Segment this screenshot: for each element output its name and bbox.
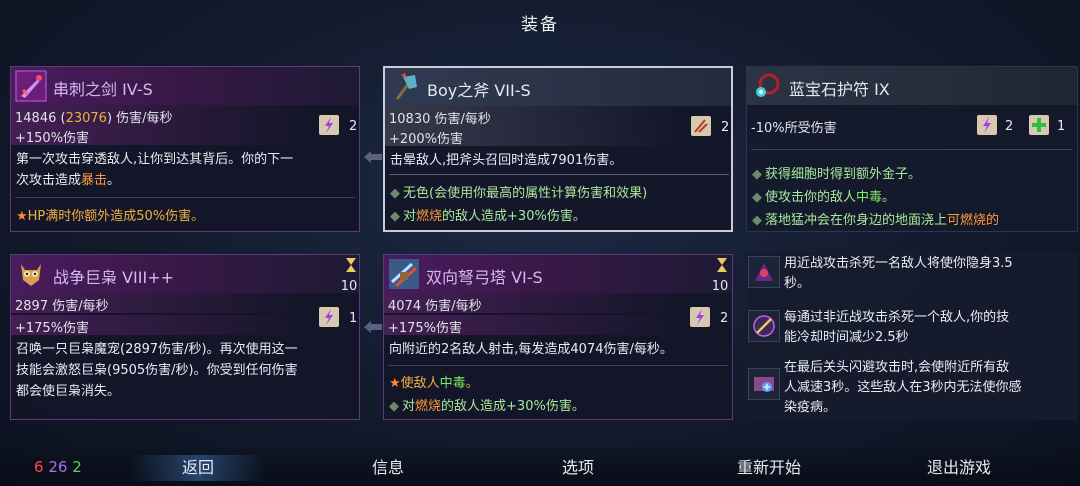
dps-value: 14846 (23076) 伤害/每秒 xyxy=(15,111,173,126)
scroll-count-green: 1 xyxy=(1057,119,1066,134)
damage-bonus: +150%伤害 xyxy=(15,131,90,146)
bullet-oil: ◆ 落地猛冲会在你身边的地面浇上可燃烧的 xyxy=(752,213,1000,228)
brutality-scroll-icon xyxy=(317,305,341,329)
weapon-name: 串刺之剑 IV-S xyxy=(53,80,153,99)
skill-card-left[interactable]: 战争巨枭 VIII++ 10 2897 伤害/每秒 +175%伤害 1 召唤一只… xyxy=(10,254,360,420)
dps-value: 4074 伤害/每秒 xyxy=(388,299,482,314)
cooldown-value: 10 xyxy=(340,279,358,294)
amulet-card[interactable]: 蓝宝石护符 IX -10%所受伤害 2 1 ◆ 获得细胞时得到额外金子。 ◆ 使攻击… xyxy=(746,66,1078,232)
mutation-desc-line: 每通过非近战攻击杀死一个敌人,你的技 xyxy=(784,310,1010,325)
page-title: 装备 xyxy=(521,15,559,35)
divider xyxy=(751,149,1073,150)
divider xyxy=(388,365,728,366)
skill-name: 战争巨枭 VIII++ xyxy=(53,268,175,287)
dodge-mutation-icon xyxy=(748,368,780,400)
scroll-count: 2 xyxy=(721,120,730,135)
mutation-desc-line: 用近战攻击杀死一名敌人将使你隐身3.5 xyxy=(784,256,1013,271)
survival-scroll-icon xyxy=(1027,113,1051,137)
skill-name: 双向弩弓塔 VI-S xyxy=(426,268,543,287)
stealth-mutation-icon xyxy=(748,256,780,288)
mutation-item[interactable]: 在最后关头闪避攻击时,会使附近所有敌 人减速3秒。这些敌人在3秒内无法使你感 染… xyxy=(748,358,1078,418)
brutality-stat: 6 xyxy=(34,458,44,476)
cooldown-value: 10 xyxy=(711,279,729,294)
dps-value: 2897 伤害/每秒 xyxy=(15,299,109,314)
sword-icon xyxy=(13,69,49,103)
brutality-scroll-icon xyxy=(975,113,999,137)
amulet-name: 蓝宝石护符 IX xyxy=(789,80,890,99)
bullet-colorless: ◆ 无色(会使用你最高的属性计算伤害和效果) xyxy=(390,186,648,201)
back-button[interactable]: 返回 xyxy=(130,455,266,481)
weapon-name: Boy之斧 VII-S xyxy=(427,81,531,100)
info-button[interactable]: 信息 xyxy=(340,455,436,481)
tactics-stat: 26 xyxy=(48,458,68,476)
axe-icon xyxy=(387,70,423,104)
swap-arrow-icon[interactable] xyxy=(362,320,384,334)
mutation-desc-line: 染疫病。 xyxy=(784,400,837,415)
divider xyxy=(15,197,355,198)
scroll-count-purple: 2 xyxy=(1005,119,1014,134)
star-icon: ★ xyxy=(389,376,401,391)
crossbow-turret-icon xyxy=(386,257,422,291)
divider xyxy=(389,174,729,175)
star-icon: ★ xyxy=(16,209,28,224)
damage-bonus: +175%伤害 xyxy=(388,321,463,336)
brutality-scroll-icon xyxy=(317,113,341,137)
skill-description: 向附近的2名敌人射击,每发造成4074伤害/每秒。 xyxy=(389,342,673,357)
restart-button[interactable]: 重新开始 xyxy=(714,455,824,481)
perk-line: ★HP满时你额外造成50%伤害。 xyxy=(16,209,205,224)
weapon-card-primary[interactable]: 串刺之剑 IV-S 14846 (23076) 伤害/每秒 +150%伤害 2 … xyxy=(10,66,360,232)
bullet-burning: ◆ 对燃烧的敌人造成+30%伤害。 xyxy=(390,209,586,224)
owl-icon xyxy=(13,257,49,291)
mutation-desc-line: 秒。 xyxy=(784,276,811,291)
weapon-description: 第一次攻击穿透敌人,让你到达其背后。你的下一 次攻击造成暴击。 xyxy=(16,152,294,188)
quit-game-button[interactable]: 退出游戏 xyxy=(904,455,1014,481)
brutality-scroll-icon xyxy=(688,305,712,329)
bullet-poison: ★使敌人中毒。 xyxy=(389,376,479,391)
survival-stat: 2 xyxy=(72,458,82,476)
damage-bonus: +175%伤害 xyxy=(15,321,90,336)
bullet-burning: ◆ 对燃烧的敌人造成+30%伤害。 xyxy=(389,399,585,414)
damage-bonus: +200%伤害 xyxy=(389,132,464,147)
bullet-poison: ◆ 使攻击你的敌人中毒。 xyxy=(752,190,896,205)
options-button[interactable]: 选项 xyxy=(530,455,626,481)
mutation-item[interactable]: 用近战攻击杀死一名敌人将使你隐身3.5 秒。 xyxy=(748,254,1078,294)
amulet-icon xyxy=(749,69,785,103)
mutation-desc-line: 人减速3秒。这些敌人在3秒内无法使你感 xyxy=(784,380,1022,395)
cooldown-mutation-icon xyxy=(748,310,780,342)
mutation-desc-line: 能冷却时间减少2.5秒 xyxy=(784,330,909,345)
weapon-description: 击晕敌人,把斧头召回时造成7901伤害。 xyxy=(390,153,623,168)
hourglass-icon xyxy=(341,257,361,277)
mutation-item[interactable]: 每通过非近战攻击杀死一个敌人,你的技 能冷却时间减少2.5秒 xyxy=(748,308,1078,348)
skill-description: 召唤一只巨枭魔宠(2897伤害/秒)。再次使用这一 技能会激怒巨枭(9505伤害… xyxy=(16,342,298,399)
skill-card-right[interactable]: 双向弩弓塔 VI-S 10 4074 伤害/每秒 +175%伤害 2 向附近的2… xyxy=(383,254,733,420)
scroll-count: 2 xyxy=(349,119,358,134)
scroll-stats: 6 26 2 xyxy=(34,458,82,476)
weapon-card-secondary[interactable]: Boy之斧 VII-S 10830 伤害/每秒 +200%伤害 2 击晕敌人,把… xyxy=(383,66,733,232)
bullet-gold: ◆ 获得细胞时得到额外金子。 xyxy=(752,167,922,182)
scroll-count: 2 xyxy=(720,311,729,326)
swap-arrow-icon[interactable] xyxy=(362,150,384,164)
hourglass-icon xyxy=(712,257,732,277)
scroll-count: 1 xyxy=(349,311,358,326)
dps-value: 10830 伤害/每秒 xyxy=(389,112,491,127)
survival-scroll-icon xyxy=(689,114,713,138)
mutation-desc-line: 在最后关头闪避攻击时,会使附近所有敌 xyxy=(784,360,1010,375)
